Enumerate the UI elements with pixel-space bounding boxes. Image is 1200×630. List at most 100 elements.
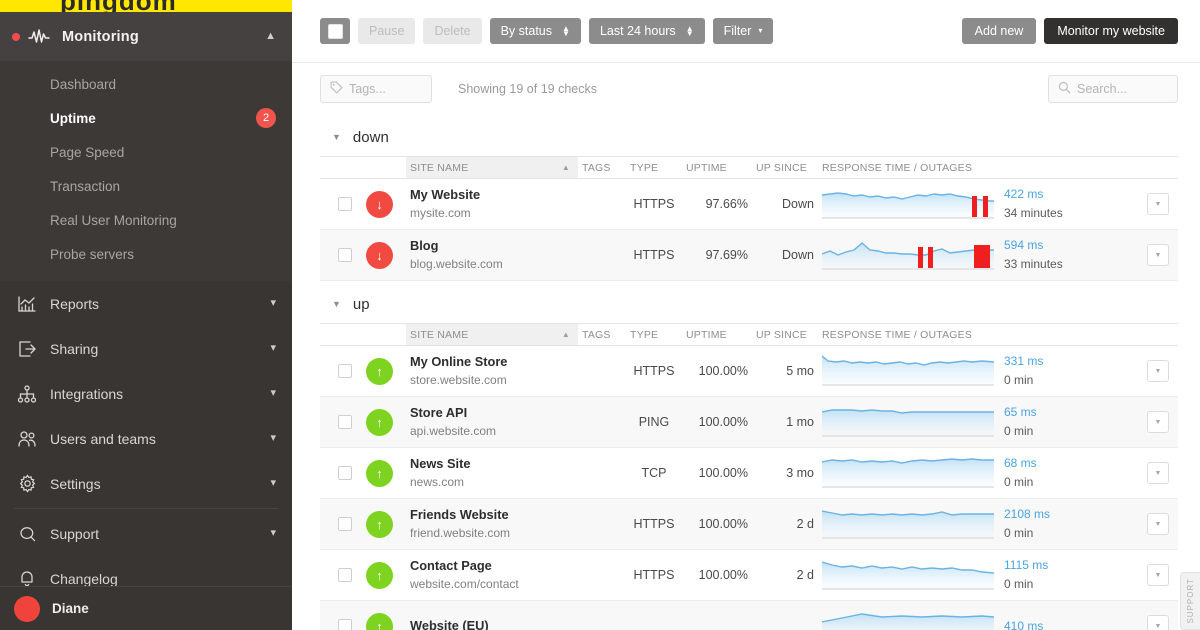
- row-menu-button[interactable]: ▼: [1147, 615, 1169, 630]
- row-checkbox-cell[interactable]: [320, 447, 362, 499]
- col-response[interactable]: RESPONSE TIME / OUTAGES: [818, 156, 1138, 179]
- row-site-cell[interactable]: Friends Website friend.website.com: [406, 498, 578, 550]
- row-menu-button[interactable]: ▼: [1147, 244, 1169, 266]
- group-header-down[interactable]: ▼ down: [320, 118, 1178, 156]
- col-type[interactable]: TYPE: [626, 323, 682, 346]
- row-site-cell[interactable]: My Online Store store.website.com: [406, 345, 578, 397]
- table-row[interactable]: ↑ My Online Store store.website.com HTTP…: [320, 345, 1178, 397]
- sidebar-item-integrations[interactable]: Integrations ▾: [0, 371, 292, 416]
- by-status-select[interactable]: By status ▲ ▼: [489, 18, 581, 44]
- row-checkbox[interactable]: [338, 466, 352, 480]
- add-new-button[interactable]: Add new: [961, 18, 1037, 44]
- sidebar-item-settings[interactable]: Settings ▾: [0, 461, 292, 506]
- row-checkbox[interactable]: [338, 364, 352, 378]
- sidebar-subitem-dashboard[interactable]: Dashboard: [0, 67, 292, 101]
- row-checkbox-cell[interactable]: [320, 178, 362, 230]
- row-type-cell: HTTPS: [626, 178, 682, 230]
- filter-button[interactable]: Filter ▾: [712, 18, 774, 44]
- delete-button[interactable]: Delete: [423, 18, 482, 44]
- monitor-my-website-button[interactable]: Monitor my website: [1044, 18, 1178, 44]
- row-checkbox[interactable]: [338, 248, 352, 262]
- row-menu-button[interactable]: ▼: [1147, 360, 1169, 382]
- response-ms: 68 ms: [1004, 456, 1037, 471]
- row-menu-button[interactable]: ▼: [1147, 193, 1169, 215]
- site-name: Contact Page: [410, 558, 492, 574]
- row-actions-cell[interactable]: ▼: [1138, 498, 1178, 550]
- col-site-name[interactable]: SITE NAME ▲: [406, 323, 578, 346]
- row-actions-cell[interactable]: ▼: [1138, 178, 1178, 230]
- row-menu-button[interactable]: ▼: [1147, 462, 1169, 484]
- search-input[interactable]: Search...: [1048, 74, 1178, 103]
- table-row[interactable]: ↑ Website (EU) 410 ms ▼: [320, 600, 1178, 630]
- sidebar-item-sharing[interactable]: Sharing ▾: [0, 326, 292, 371]
- row-checkbox-cell[interactable]: [320, 229, 362, 281]
- row-actions-cell[interactable]: ▼: [1138, 345, 1178, 397]
- row-checkbox[interactable]: [338, 568, 352, 582]
- row-actions-cell[interactable]: ▼: [1138, 229, 1178, 281]
- sidebar-subitem-real-user-monitoring[interactable]: Real User Monitoring: [0, 203, 292, 237]
- sidebar-subitem-uptime[interactable]: Uptime 2: [0, 101, 292, 135]
- sidebar-user-profile[interactable]: Diane: [0, 586, 292, 630]
- col-tags[interactable]: TAGS: [578, 323, 626, 346]
- table-row[interactable]: ↑ Store API api.website.com PING 100.00%…: [320, 396, 1178, 448]
- row-menu-button[interactable]: ▼: [1147, 513, 1169, 535]
- brand-logo-bar[interactable]: pingdom: [0, 0, 292, 12]
- row-menu-button[interactable]: ▼: [1147, 411, 1169, 433]
- sidebar-subitem-page-speed[interactable]: Page Speed: [0, 135, 292, 169]
- col-checkbox: [320, 156, 362, 179]
- sidebar-subitem-transaction[interactable]: Transaction: [0, 169, 292, 203]
- chevron-down-icon: ▾: [270, 297, 276, 309]
- table-row[interactable]: ↑ Friends Website friend.website.com HTT…: [320, 498, 1178, 550]
- row-actions-cell[interactable]: ▼: [1138, 600, 1178, 630]
- col-up-since[interactable]: UP SINCE: [752, 323, 818, 346]
- sidebar-item-monitoring[interactable]: Monitoring ▲: [0, 12, 292, 61]
- col-type[interactable]: TYPE: [626, 156, 682, 179]
- row-checkbox-cell[interactable]: [320, 498, 362, 550]
- row-checkbox-cell[interactable]: [320, 345, 362, 397]
- table-row[interactable]: ↑ Contact Page website.com/contact HTTPS…: [320, 549, 1178, 601]
- tags-input[interactable]: Tags...: [320, 74, 432, 103]
- site-url: api.website.com: [410, 423, 497, 438]
- table-row[interactable]: ↑ News Site news.com TCP 100.00% 3 mo 68…: [320, 447, 1178, 499]
- row-checkbox[interactable]: [338, 415, 352, 429]
- table-row[interactable]: ↓ Blog blog.website.com HTTPS 97.69% Dow…: [320, 229, 1178, 281]
- row-checkbox-cell[interactable]: [320, 600, 362, 630]
- sidebar-item-reports[interactable]: Reports ▾: [0, 281, 292, 326]
- row-checkbox[interactable]: [338, 517, 352, 531]
- row-site-cell[interactable]: News Site news.com: [406, 447, 578, 499]
- row-actions-cell[interactable]: ▼: [1138, 396, 1178, 448]
- row-checkbox[interactable]: [338, 197, 352, 211]
- row-site-cell[interactable]: Contact Page website.com/contact: [406, 549, 578, 601]
- col-uptime[interactable]: UPTIME: [682, 323, 752, 346]
- col-site-name[interactable]: SITE NAME ▲: [406, 156, 578, 179]
- row-up-since-cell: 3 mo: [752, 447, 818, 499]
- row-actions-cell[interactable]: ▼: [1138, 447, 1178, 499]
- response-ms: 594 ms: [1004, 238, 1044, 253]
- row-site-cell[interactable]: Website (EU): [406, 600, 578, 630]
- row-checkbox-cell[interactable]: [320, 396, 362, 448]
- col-uptime[interactable]: UPTIME: [682, 156, 752, 179]
- row-actions-cell[interactable]: ▼: [1138, 549, 1178, 601]
- row-menu-button[interactable]: ▼: [1147, 564, 1169, 586]
- sidebar-item-label: Support: [50, 525, 100, 542]
- sidebar-subitem-probe-servers[interactable]: Probe servers: [0, 237, 292, 271]
- support-side-tab[interactable]: SUPPORT: [1180, 572, 1200, 630]
- sidebar-item-users-and-teams[interactable]: Users and teams ▾: [0, 416, 292, 461]
- row-checkbox[interactable]: [338, 619, 352, 630]
- row-status-cell: ↑: [362, 600, 406, 630]
- row-site-cell[interactable]: Store API api.website.com: [406, 396, 578, 448]
- row-tags-cell: [578, 447, 626, 499]
- col-response[interactable]: RESPONSE TIME / OUTAGES: [818, 323, 1138, 346]
- row-site-cell[interactable]: Blog blog.website.com: [406, 229, 578, 281]
- pause-button[interactable]: Pause: [358, 18, 416, 44]
- time-range-select[interactable]: Last 24 hours ▲ ▼: [588, 18, 705, 44]
- row-site-cell[interactable]: My Website mysite.com: [406, 178, 578, 230]
- table-row[interactable]: ↓ My Website mysite.com HTTPS 97.66% Dow…: [320, 178, 1178, 230]
- row-checkbox-cell[interactable]: [320, 549, 362, 601]
- sidebar-item-support[interactable]: Support ▾: [0, 511, 292, 556]
- response-ms: 1115 ms: [1004, 558, 1049, 573]
- col-up-since[interactable]: UP SINCE: [752, 156, 818, 179]
- group-header-up[interactable]: ▼ up: [320, 285, 1178, 323]
- select-all-checkbox[interactable]: [320, 18, 350, 44]
- col-tags[interactable]: TAGS: [578, 156, 626, 179]
